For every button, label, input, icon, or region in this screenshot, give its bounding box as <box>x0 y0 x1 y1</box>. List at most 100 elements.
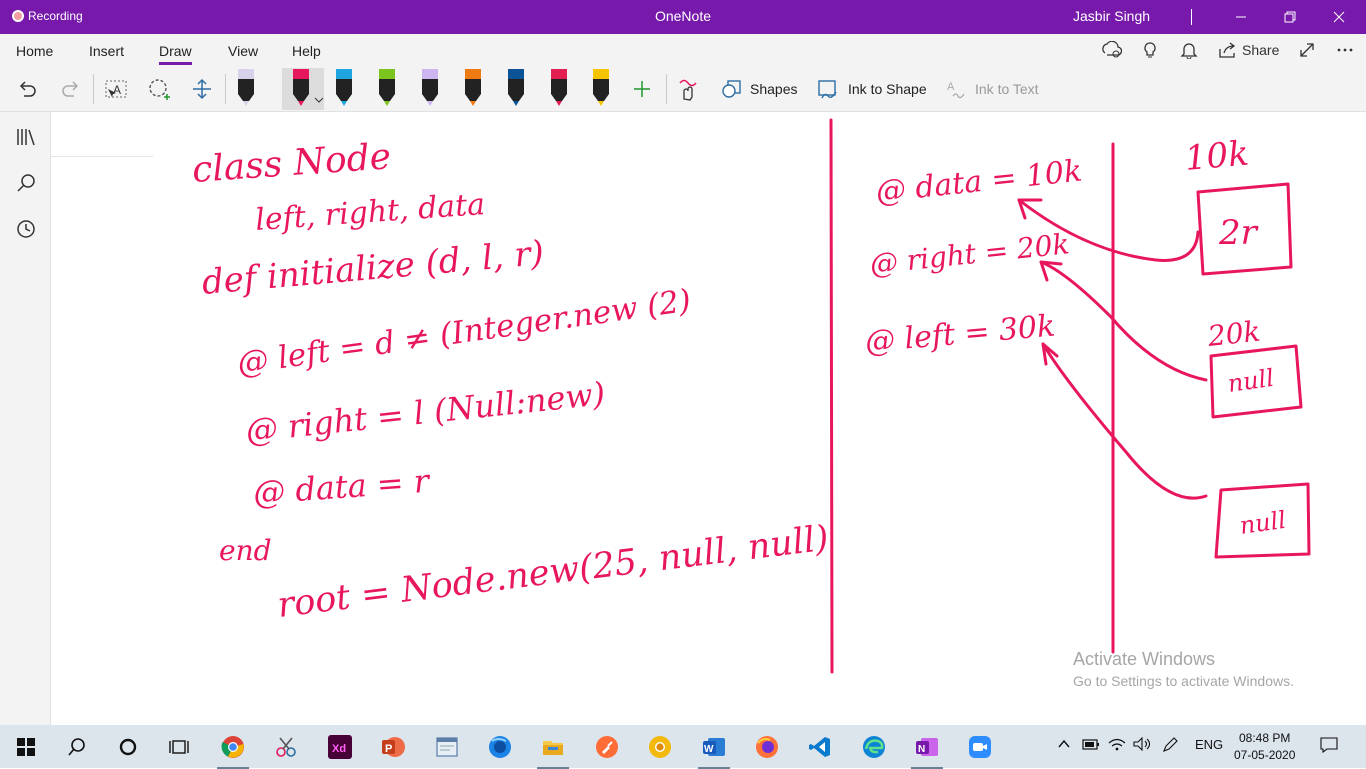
edge-icon <box>863 736 885 758</box>
undo-button[interactable] <box>16 74 38 104</box>
restore-button[interactable] <box>1267 0 1313 34</box>
tell-me-button[interactable] <box>1142 41 1158 59</box>
tray-overflow-button[interactable] <box>1057 737 1071 754</box>
text-select-icon: A <box>105 80 127 98</box>
sync-button[interactable] <box>1102 41 1122 59</box>
close-icon <box>1333 11 1345 23</box>
taskbar-onenote[interactable]: N <box>911 731 943 769</box>
search-button[interactable] <box>13 170 39 196</box>
pen-swatch[interactable] <box>238 69 254 106</box>
task-view-button[interactable] <box>163 731 195 763</box>
ink-text: @ left = d ≠ (Integer.new (2) <box>235 283 693 382</box>
more-options-button[interactable] <box>1336 41 1354 59</box>
taskbar-snipping-tool[interactable] <box>270 731 302 763</box>
pen-swatch[interactable] <box>336 69 352 106</box>
taskbar-vscode[interactable] <box>804 731 836 763</box>
ink-text: class Node <box>191 136 392 191</box>
redo-button[interactable] <box>60 74 82 104</box>
ink-text: def initialize (d, l, r) <box>200 233 545 303</box>
user-name[interactable]: Jasbir Singh <box>1073 8 1150 24</box>
fullscreen-button[interactable] <box>1298 41 1316 59</box>
wifi-status[interactable] <box>1108 737 1126 754</box>
lasso-select-button[interactable] <box>147 74 171 104</box>
recent-notes-button[interactable] <box>13 216 39 242</box>
ink-text: root = Node.new(25, null, null) <box>275 519 831 626</box>
tab-help[interactable]: Help <box>292 43 321 59</box>
notifications-button[interactable] <box>1180 41 1198 59</box>
word-icon: W <box>703 738 725 756</box>
firefox-icon <box>756 736 778 758</box>
chevron-down-icon[interactable] <box>314 97 324 103</box>
taskbar-chrome-canary[interactable] <box>644 731 676 763</box>
minimize-button[interactable] <box>1218 0 1264 34</box>
pen-swatch[interactable] <box>293 69 324 106</box>
type-select-button[interactable]: A <box>104 74 128 104</box>
chrome-icon <box>221 736 244 758</box>
clock[interactable]: 08:48 PM 07-05-2020 <box>1234 730 1295 764</box>
tab-draw[interactable]: Draw <box>159 43 192 65</box>
ink-layer[interactable]: class Node left, right, data def initial… <box>51 112 1366 725</box>
expand-icon <box>1300 43 1314 57</box>
ink-to-text-button[interactable]: A Ink to Text <box>945 74 1039 104</box>
tab-home[interactable]: Home <box>16 43 53 59</box>
scissors-icon <box>276 737 296 757</box>
windows-taskbar: Xd P W N ENG 08:48 PM 07-05-2020 <box>0 725 1366 769</box>
ink-text: @ right = l (Null:new) <box>244 374 607 450</box>
cortana-button[interactable] <box>112 731 144 763</box>
notebooks-icon <box>17 129 35 146</box>
add-space-button[interactable] <box>190 74 214 104</box>
search-icon <box>17 174 35 192</box>
taskbar-word[interactable]: W <box>698 731 730 769</box>
ink-text: null <box>1238 506 1288 540</box>
taskbar-file-explorer[interactable] <box>537 731 569 769</box>
pen-swatch[interactable] <box>508 69 524 106</box>
pen-workspace-button[interactable] <box>1162 737 1180 756</box>
tab-view[interactable]: View <box>228 43 258 59</box>
battery-status[interactable] <box>1082 737 1100 754</box>
pen-swatch[interactable] <box>551 69 567 106</box>
tab-insert[interactable]: Insert <box>89 43 124 59</box>
taskbar-postman[interactable] <box>591 731 623 763</box>
action-center-button[interactable] <box>1320 737 1338 756</box>
notebooks-button[interactable] <box>13 124 39 150</box>
taskbar-zoom[interactable] <box>964 731 996 763</box>
restore-icon <box>1284 11 1296 23</box>
svg-text:P: P <box>385 743 392 755</box>
pen-gallery[interactable] <box>230 66 630 112</box>
pen-swatch[interactable] <box>465 69 481 106</box>
shapes-button[interactable]: Shapes <box>720 74 797 104</box>
svg-text:N: N <box>918 744 925 755</box>
ink-text: @ right = 20k <box>868 227 1071 281</box>
taskbar-adobe-xd[interactable]: Xd <box>324 731 356 763</box>
taskbar-app-window[interactable] <box>431 731 463 763</box>
start-button[interactable] <box>10 731 42 763</box>
ribbon-tabs: Home Insert Draw View Help Share <box>0 34 1366 66</box>
windows-logo-icon <box>17 738 35 756</box>
taskbar-firefox-dev[interactable] <box>484 731 516 763</box>
taskbar-firefox[interactable] <box>751 731 783 763</box>
close-button[interactable] <box>1316 0 1362 34</box>
powerpoint-icon: P <box>382 737 405 757</box>
input-language[interactable]: ENG <box>1195 737 1223 752</box>
navigation-sidebar <box>0 112 51 725</box>
touch-draw-button[interactable] <box>676 74 700 104</box>
taskbar-search-button[interactable] <box>61 731 93 763</box>
add-pen-button[interactable] <box>631 74 653 104</box>
adobe-xd-icon: Xd <box>328 735 352 759</box>
toolbar-divider <box>93 74 94 104</box>
wifi-icon <box>1108 738 1126 751</box>
pen-swatch[interactable] <box>593 69 609 106</box>
share-button[interactable]: Share <box>1218 41 1279 59</box>
ink-to-shape-button[interactable]: Ink to Shape <box>816 74 927 104</box>
taskbar-powerpoint[interactable]: P <box>377 731 409 763</box>
pen-swatch[interactable] <box>379 69 395 106</box>
ink-text: @ left = 30k <box>864 308 1057 359</box>
note-canvas[interactable]: class Node left, right, data def initial… <box>51 112 1366 725</box>
minimize-icon <box>1236 16 1246 18</box>
taskbar-edge[interactable] <box>858 731 890 763</box>
pen-swatch[interactable] <box>422 69 438 106</box>
plus-icon <box>634 81 650 97</box>
volume-control[interactable] <box>1133 736 1151 754</box>
folder-icon <box>543 741 563 755</box>
taskbar-chrome[interactable] <box>217 731 249 769</box>
